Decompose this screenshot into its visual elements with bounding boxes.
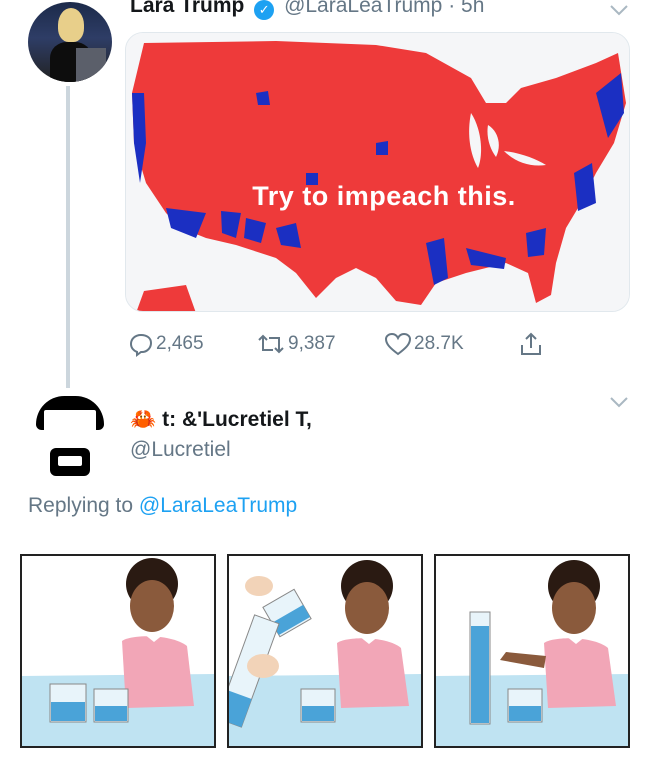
crab-emoji-icon: 🦀 bbox=[130, 408, 157, 431]
replying-to-line: Replying to @LaraLeaTrump bbox=[28, 494, 297, 518]
reply-media-comic[interactable] bbox=[20, 554, 630, 748]
reply-button[interactable]: 2,465 bbox=[128, 330, 204, 358]
reply-count: 2,465 bbox=[156, 333, 204, 354]
verified-badge-icon: ✓ bbox=[254, 0, 275, 20]
tweet-media-map[interactable]: Try to impeach this. bbox=[125, 32, 630, 312]
tweet-actions: 2,465 9,387 28.7K bbox=[128, 330, 568, 358]
author-name[interactable]: Lara Trump bbox=[130, 0, 244, 17]
replying-to-label: Replying to bbox=[28, 494, 134, 517]
map-caption-text: Try to impeach this. bbox=[252, 181, 516, 211]
reply-author-name-row[interactable]: 🦀 t: &'Lucretiel T, bbox=[130, 408, 312, 432]
separator-dot: · bbox=[448, 0, 456, 17]
chevron-down-icon[interactable] bbox=[606, 392, 632, 412]
comic-panel-1 bbox=[20, 554, 216, 748]
reply-author-handle[interactable]: @Lucretiel bbox=[130, 438, 231, 462]
replying-to-mention[interactable]: @LaraLeaTrump bbox=[139, 494, 297, 517]
like-button[interactable]: 28.7K bbox=[384, 330, 464, 358]
author-handle[interactable]: @LaraLeaTrump bbox=[284, 0, 442, 17]
reply-tweet: 🦀 t: &'Lucretiel T, @Lucretiel Replying … bbox=[0, 390, 657, 768]
retweet-button[interactable]: 9,387 bbox=[256, 330, 336, 358]
heart-icon bbox=[384, 332, 412, 356]
original-tweet: Lara Trump ✓ @LaraLeaTrump · 5h Try to i… bbox=[0, 0, 657, 390]
author-avatar[interactable] bbox=[28, 2, 112, 82]
reply-author-avatar[interactable] bbox=[36, 392, 104, 476]
thread-connector-line bbox=[66, 86, 70, 388]
county-map-image bbox=[126, 33, 629, 311]
tweet-time[interactable]: 5h bbox=[461, 0, 484, 17]
like-count: 28.7K bbox=[414, 333, 464, 354]
comic-panel-3 bbox=[434, 554, 630, 748]
reply-author-name: t: &'Lucretiel T, bbox=[162, 408, 312, 431]
comic-panel-2 bbox=[227, 554, 423, 748]
tweet-header: Lara Trump ✓ @LaraLeaTrump · 5h bbox=[130, 0, 484, 20]
share-icon bbox=[521, 332, 541, 355]
chevron-down-icon[interactable] bbox=[606, 0, 632, 20]
retweet-icon bbox=[258, 334, 284, 354]
reply-icon bbox=[129, 333, 153, 357]
share-button[interactable] bbox=[518, 330, 546, 358]
retweet-count: 9,387 bbox=[288, 333, 336, 354]
